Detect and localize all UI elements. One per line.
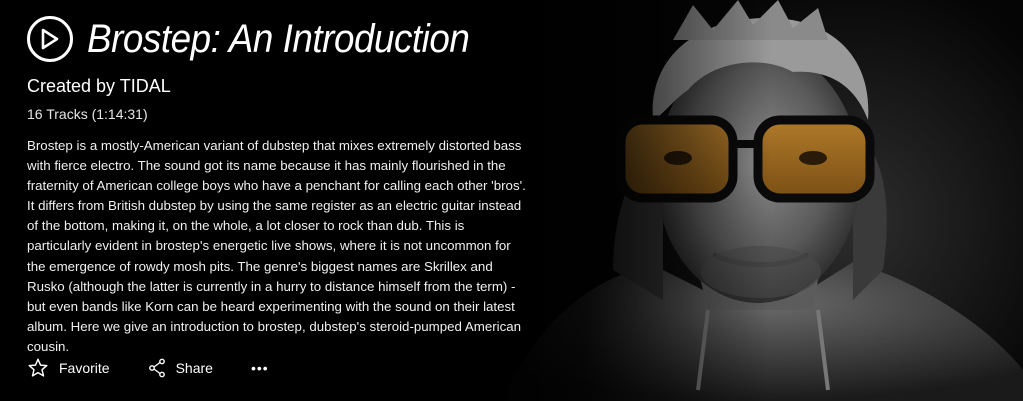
play-icon	[41, 28, 59, 50]
playlist-info: Brostep: An Introduction Created by TIDA…	[27, 10, 547, 357]
playlist-title: Brostep: An Introduction	[87, 16, 470, 61]
playlist-header: Brostep: An Introduction Created by TIDA…	[0, 0, 1023, 401]
share-label: Share	[175, 360, 213, 376]
play-button[interactable]	[27, 16, 73, 62]
playlist-creator: Created by TIDAL	[27, 76, 171, 96]
more-dots-icon: •••	[250, 360, 269, 376]
share-button[interactable]: Share	[148, 358, 213, 378]
artist-photo	[463, 0, 1023, 401]
action-bar: Favorite Share •••	[27, 357, 269, 379]
title-row: Brostep: An Introduction	[27, 10, 547, 68]
favorite-label: Favorite	[59, 360, 110, 376]
more-options-button[interactable]: •••	[251, 360, 269, 376]
favorite-button[interactable]: Favorite	[27, 357, 110, 379]
share-icon	[148, 358, 165, 378]
track-count: 16 Tracks (1:14:31)	[27, 106, 148, 122]
playlist-description: Brostep is a mostly-American variant of …	[27, 138, 526, 354]
star-outline-icon	[28, 358, 48, 377]
artist-portrait-illustration	[503, 0, 1023, 401]
